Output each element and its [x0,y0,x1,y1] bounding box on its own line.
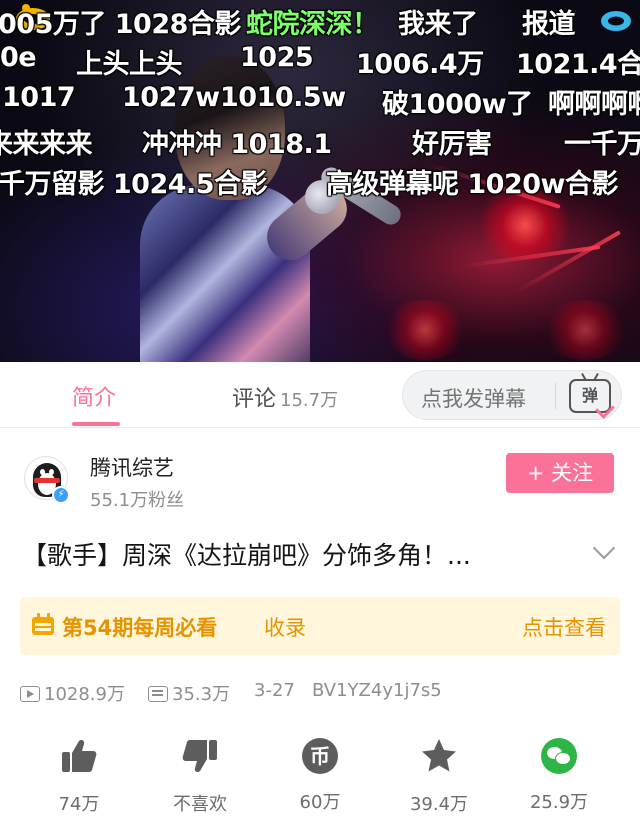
danmaku-layer: 005万了 1028合影 蛇院深深！ 我来了 报道 0e 上头上头 1025 1… [0,0,640,362]
uploader-name[interactable]: 腾讯综艺 [90,452,174,482]
danmaku-item: 005万了 1028合影 [0,9,241,40]
coin-icon-wrap: 币 [300,738,340,778]
thumbs-down-icon [182,740,217,772]
calendar-icon [32,617,54,635]
danmaku-item: 一千万 [564,129,640,160]
coin-button[interactable]: 币 60万 [275,736,365,814]
star-icon [422,739,456,772]
danmaku-item: 0e [0,42,37,73]
check-icon [595,399,615,419]
danmaku-item: 蛇院深深！ [246,9,379,40]
penguin-eye [49,469,54,475]
share-count: 25.9万 [529,792,589,813]
coin-icon: 币 [302,738,338,774]
divider [555,383,556,409]
penguin-scarf [34,478,60,483]
thumbs-up-icon [62,740,97,772]
favorite-count: 39.4万 [409,794,469,815]
uploader-fans: 55.1万粉丝 [90,490,185,511]
tab-intro[interactable]: 简介 [72,380,116,412]
danmaku-item: 上头上头 [76,49,183,80]
danmaku-count: 35.3万 [148,680,230,706]
tab-bar: 简介 评论 15.7万 点我发弹幕 弹 [0,362,640,428]
danmaku-item: 1025 [240,42,314,73]
danmaku-icon-label: 弹 [581,386,598,405]
danmaku-item: 千万留影 1024.5合影 [0,169,268,200]
share-button[interactable]: 25.9万 [514,736,604,814]
publish-date: 3-27 [254,680,295,701]
danmaku-item: 破1000w了 [382,89,533,120]
collection-banner[interactable]: 第54期每周必看 收录 点击查看 [20,597,620,655]
bvid: BV1YZ4y1j7s5 [312,680,442,701]
danmaku-item: 报道 [522,9,576,40]
coin-count: 60万 [299,792,341,813]
danmaku-item: 我来了 [398,9,478,40]
danmaku-item: 来来来来 [0,129,93,160]
collection-title: 第54期每周必看 [62,616,218,640]
video-title[interactable]: 【歌手】周深《达拉崩吧》分饰多角！... [22,536,562,572]
danmaku-item: 冲冲冲 1018.1 [142,129,332,160]
play-count-value: 1028.9万 [44,684,125,705]
play-icon [20,686,40,702]
dislike-label: 不喜欢 [173,794,227,815]
tab-comments[interactable]: 评论 15.7万 [232,381,338,413]
dislike-button[interactable]: 不喜欢 [155,736,245,816]
wechat-icon-wrap [539,738,579,778]
danmaku-count-value: 35.3万 [172,684,231,705]
play-count: 1028.9万 [20,680,125,706]
danmaku-item: 1006.4万 [356,49,484,80]
comments-count: 15.7万 [280,390,339,411]
danmaku-item: 1017 [2,82,76,113]
like-count: 74万 [58,794,100,815]
danmaku-icon [148,686,168,702]
favorite-button[interactable]: 39.4万 [394,736,484,816]
danmaku-item: 好厉害 [412,129,492,160]
calendar-ring [47,613,50,620]
collection-view-link[interactable]: 点击查看 [522,612,606,642]
danmaku-placeholder: 点我发弹幕 [421,387,526,411]
video-player[interactable]: 005万了 1028合影 蛇院深深！ 我来了 报道 0e 上头上头 1025 1… [0,0,640,362]
follow-button[interactable]: + 关注 [506,453,614,493]
verified-badge-icon: ⚡ [52,486,70,504]
danmaku-item: 1010.5w [220,82,346,113]
collection-tag: 收录 [264,616,306,640]
like-button[interactable]: 74万 [34,736,124,816]
tab-comments-label: 评论 [232,387,277,412]
calendar-ring [37,613,40,620]
danmaku-item: 1021.4合影 [516,49,640,80]
danmaku-item: 啊啊啊啊 [548,89,640,120]
wechat-icon [541,738,577,774]
danmaku-item: 1027w [122,82,220,113]
danmaku-item: 高级弹幕呢 1020w合影 [326,169,619,200]
chevron-down-icon[interactable] [592,536,616,560]
penguin-eye [40,469,45,475]
tab-active-indicator [72,422,120,426]
danmaku-toggle-icon[interactable]: 弹 [569,379,615,419]
send-danmaku-input[interactable]: 点我发弹幕 弹 [402,370,622,420]
